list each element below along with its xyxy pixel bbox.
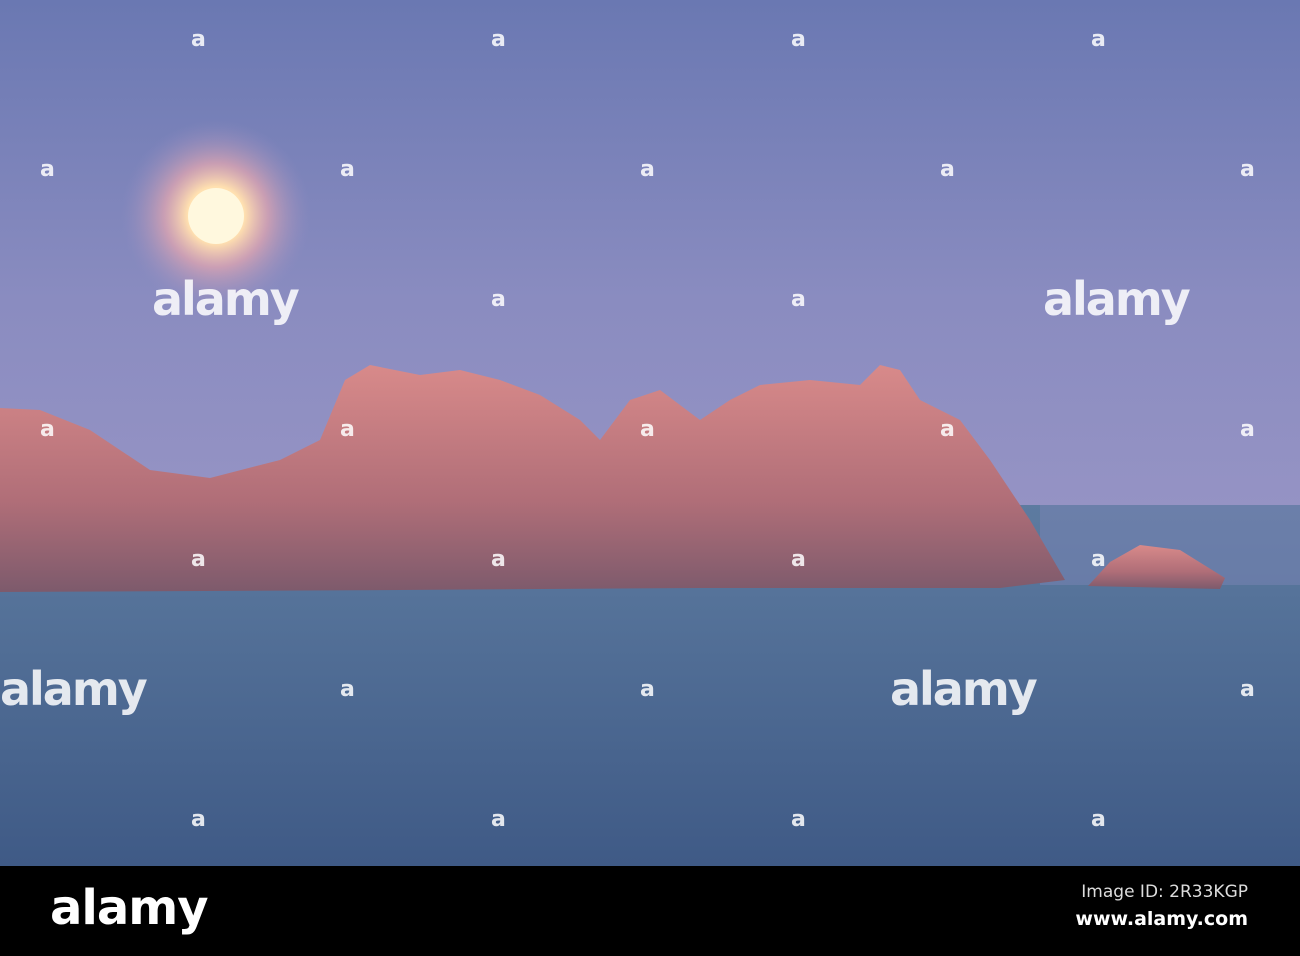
watermark-mark-icon: a [1091,807,1106,832]
watermark-mark-icon: a [940,417,955,442]
watermark-mark-icon: a [791,27,806,52]
watermark-mark-icon: a [940,157,955,182]
watermark-mark-icon: a [791,547,806,572]
watermark-mark-icon: a [191,27,206,52]
watermark-mark-icon: a [491,287,506,312]
site-url[interactable]: www.alamy.com [1075,908,1248,930]
watermark-mark-icon: a [791,807,806,832]
watermark-mark-icon: a [191,547,206,572]
watermark-mark-icon: a [1091,27,1106,52]
watermark-mark-icon: a [640,677,655,702]
image-id: Image ID: 2R33KGP [1081,882,1248,902]
watermark-mark-icon: a [1091,547,1106,572]
watermark-mark-icon: a [640,417,655,442]
watermark-logo: alamy [152,272,300,326]
watermark-logo: alamy [890,662,1038,716]
watermark-mark-icon: a [340,157,355,182]
moon [188,188,244,244]
watermark-mark-icon: a [191,807,206,832]
watermark-mark-icon: a [491,27,506,52]
footer-bar: alamy Image ID: 2R33KGP www.alamy.com [0,866,1300,956]
watermark-mark-icon: a [491,807,506,832]
watermark-mark-icon: a [491,547,506,572]
watermark-mark-icon: a [1240,157,1255,182]
watermark-mark-icon: a [40,157,55,182]
watermark-mark-icon: a [40,417,55,442]
watermark-mark-icon: a [640,157,655,182]
watermark-mark-icon: a [340,677,355,702]
watermark-mark-icon: a [1240,417,1255,442]
watermark-logo: alamy [1043,272,1191,326]
watermark-mark-icon: a [340,417,355,442]
watermark-mark-icon: a [1240,677,1255,702]
watermark-logo: alamy [0,662,148,716]
watermark-mark-icon: a [791,287,806,312]
alamy-logo: alamy [50,880,209,936]
